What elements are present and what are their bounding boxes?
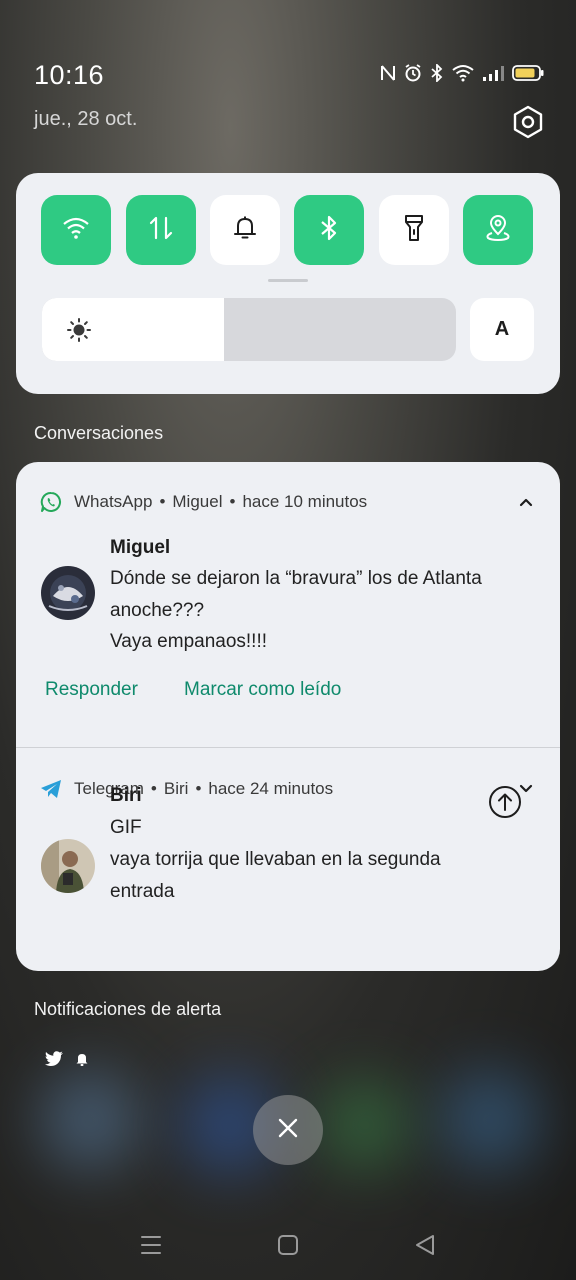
message-line: Dónde se dejaron la “bravura” los de Atl… [110,568,482,589]
bell-icon [231,214,259,247]
back-button-icon[interactable] [413,1233,437,1262]
twitter-icon [44,1050,64,1073]
alert-icons[interactable] [44,1050,90,1073]
tile-mobile-data[interactable] [126,195,196,265]
panel-drag-handle[interactable] [268,279,308,282]
status-bar: 10:16 jue., 28 oct. [0,0,576,150]
recents-menu-icon[interactable] [139,1233,163,1262]
tile-wifi[interactable] [41,195,111,265]
notification-app-name: WhatsApp [74,492,153,511]
chevron-up-icon[interactable] [518,494,534,515]
message-line: anoche??? [110,600,205,621]
navigation-bar [0,1215,576,1275]
location-icon [483,213,513,248]
close-icon [276,1116,300,1145]
background-blob [40,1070,140,1170]
section-title-conversations: Conversaciones [34,423,164,443]
avatar [41,566,95,620]
message-line: entrada [110,881,175,902]
date: jue., 28 oct. [34,108,138,130]
notification-header: WhatsApp • Miguel • hace 10 minutos [40,491,367,513]
reply-button[interactable]: Responder [45,679,138,701]
notification-card: WhatsApp • Miguel • hace 10 minutos Migu… [16,462,560,971]
tile-bluetooth[interactable] [294,195,364,265]
sender-name: Biri [110,785,142,806]
wifi-icon [452,64,474,82]
message-line: GIF [110,817,142,838]
signal-icon [482,64,504,82]
avatar [41,839,95,893]
flashlight-icon [402,213,426,248]
message-line: vaya torrija que llevaban en la segunda [110,849,441,870]
background-blob [320,1080,410,1170]
brightness-slider[interactable] [42,298,456,361]
settings-gear-icon[interactable] [510,104,546,140]
bluetooth-icon [317,214,341,247]
notification-whatsapp[interactable]: WhatsApp • Miguel • hace 10 minutos Migu… [16,462,560,747]
notification-telegram[interactable]: Telegram • Biri • hace 24 minutos Biri G… [16,748,560,971]
nfc-icon [380,64,396,82]
notification-contact: Biri [163,779,189,798]
notification-contact: Miguel [172,492,223,511]
sun-icon [66,317,92,348]
telegram-icon [40,778,62,800]
quick-settings-panel: A [16,173,560,394]
message-line: Vaya empanaos!!!! [110,631,268,652]
background-blob [440,1070,540,1170]
home-button-icon[interactable] [276,1233,300,1262]
arrow-up-circle-icon[interactable] [488,785,522,819]
bell-icon [74,1051,90,1072]
data-arrows-icon [147,214,175,247]
tile-flashlight[interactable] [379,195,449,265]
status-icons [380,64,544,82]
whatsapp-icon [40,491,62,513]
battery-icon [512,64,544,82]
section-title-alerts: Notificaciones de alerta [34,999,222,1019]
notification-time: hace 10 minutos [242,492,368,511]
dismiss-all-button[interactable] [253,1095,323,1165]
clock: 10:16 [34,60,105,90]
notification-header: Telegram • Biri • hace 24 minutos [40,778,333,800]
alarm-icon [404,64,422,82]
tile-location[interactable] [463,195,533,265]
auto-brightness-button[interactable]: A [470,298,534,361]
wifi-icon [62,216,90,245]
bluetooth-icon [430,64,444,82]
tile-sound[interactable] [210,195,280,265]
notification-time: hace 24 minutos [208,779,334,798]
mark-as-read-button[interactable]: Marcar como leído [184,679,341,701]
sender-name: Miguel [110,537,171,558]
